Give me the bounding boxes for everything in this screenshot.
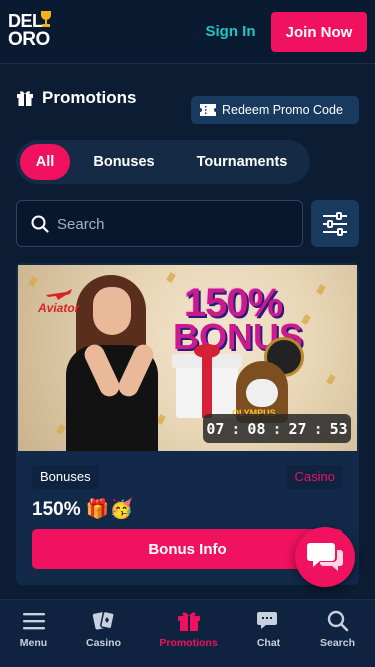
filter-button[interactable]	[311, 200, 359, 247]
bottom-navigation: Menu Casino Promotions Chat Search	[0, 599, 375, 667]
ticket-icon	[200, 104, 216, 116]
aviator-text: Aviator	[38, 301, 80, 315]
trophy-icon	[41, 11, 51, 27]
search-box	[16, 200, 303, 247]
search-icon	[327, 610, 348, 632]
sign-in-button[interactable]: Sign In	[198, 20, 263, 44]
search-icon	[31, 215, 49, 233]
chat-icon	[256, 612, 277, 629]
tab-all[interactable]: All	[20, 144, 70, 180]
nav-menu[interactable]: Menu	[0, 600, 71, 667]
sliders-icon	[323, 211, 347, 236]
gift-box-image	[172, 344, 242, 418]
chat-bubbles-icon	[307, 543, 343, 571]
countdown-timer: 07 : 08 : 27 : 53	[203, 414, 351, 443]
timer-minutes: 08	[247, 419, 266, 438]
live-chat-button[interactable]	[295, 527, 355, 587]
page-title: Promotions	[42, 88, 137, 107]
promotion-title: 150% 🎁🥳	[32, 499, 134, 520]
logo-line-2: ORO	[8, 29, 50, 50]
gift-icon	[177, 612, 200, 631]
promotions-heading: Promotions	[16, 86, 136, 110]
nav-chat[interactable]: Chat	[231, 600, 306, 667]
menu-icon	[22, 613, 45, 630]
tab-bonuses[interactable]: Bonuses	[84, 144, 164, 180]
timer-seconds: 27	[288, 419, 307, 438]
logo-line-1: DEL	[8, 11, 43, 31]
category-tag-bonuses: Bonuses	[32, 465, 99, 489]
del-oro-logo[interactable]: DEL ORO	[8, 10, 58, 50]
nav-menu-label: Menu	[19, 637, 48, 649]
top-header: DEL ORO Sign In Join Now	[0, 0, 375, 64]
nav-promotions-label: Promotions	[159, 637, 218, 649]
nav-chat-label: Chat	[256, 637, 281, 649]
search-input[interactable]	[57, 209, 287, 239]
gift-icon	[17, 91, 33, 106]
tab-tournaments[interactable]: Tournaments	[186, 144, 298, 180]
nav-casino[interactable]: Casino	[66, 600, 141, 667]
join-now-button[interactable]: Join Now	[271, 12, 367, 52]
timer-hours: 07	[206, 419, 225, 438]
redeem-label: Redeem Promo Code	[222, 103, 343, 117]
cards-icon	[92, 610, 115, 630]
nav-casino-label: Casino	[85, 637, 121, 649]
redeem-promo-code-button[interactable]: Redeem Promo Code	[191, 96, 359, 124]
category-tag-casino: Casino	[286, 465, 343, 489]
promotion-banner-image[interactable]: Aviator 150% BONUS OLYMPUS 07 : 08 : 27 …	[18, 265, 357, 451]
timer-centis: 53	[329, 419, 348, 438]
nav-search[interactable]: Search	[300, 600, 375, 667]
nav-promotions[interactable]: Promotions	[151, 600, 226, 667]
nav-search-label: Search	[319, 637, 356, 649]
plane-icon	[46, 289, 72, 300]
promotion-tabs: All Bonuses Tournaments	[16, 140, 310, 184]
aviator-logo: Aviator	[38, 289, 80, 315]
